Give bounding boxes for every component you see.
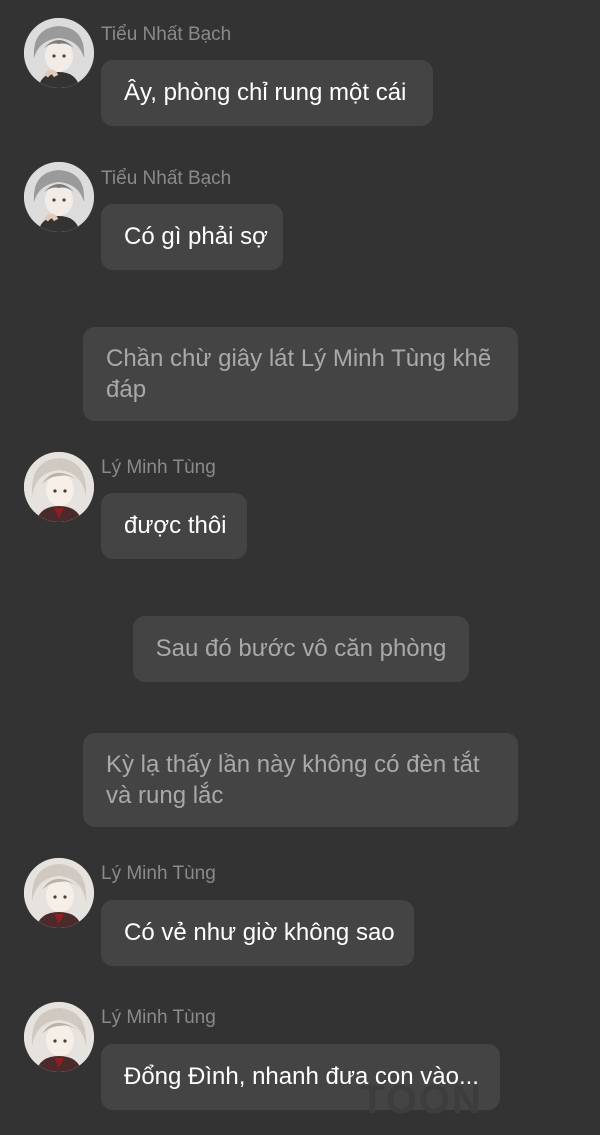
sender-name: Tiểu Nhất Bạch bbox=[101, 168, 232, 189]
avatar-tieu-nhat-bach[interactable] bbox=[24, 18, 94, 88]
watermark-logo: TOON bbox=[360, 1078, 483, 1122]
message-bubble[interactable]: Có gì phải sợ bbox=[101, 204, 283, 270]
narration-box: Chần chừ giây lát Lý Minh Tùng khẽ đáp bbox=[83, 327, 518, 421]
avatar-ly-minh-tung[interactable] bbox=[24, 1002, 94, 1072]
avatar-ly-minh-tung[interactable] bbox=[24, 858, 94, 928]
narration-box: Kỳ lạ thấy lần này không có đèn tắt và r… bbox=[83, 733, 518, 827]
sender-name: Tiểu Nhất Bạch bbox=[101, 24, 232, 45]
message-bubble[interactable]: Có vẻ như giờ không sao bbox=[101, 900, 414, 966]
narration-box: Sau đó bước vô căn phòng bbox=[133, 616, 469, 682]
character-portrait-icon bbox=[24, 162, 94, 232]
character-portrait-icon bbox=[24, 1002, 94, 1072]
sender-name: Lý Minh Tùng bbox=[101, 457, 216, 478]
character-portrait-icon bbox=[24, 858, 94, 928]
character-portrait-icon bbox=[24, 452, 94, 522]
chat-screen: { "messages": [ {"sender": "Tiểu Nhất Bạ… bbox=[0, 0, 600, 1135]
message-bubble[interactable]: Ây, phòng chỉ rung một cái bbox=[101, 60, 433, 126]
message-bubble[interactable]: được thôi bbox=[101, 493, 247, 559]
character-portrait-icon bbox=[24, 18, 94, 88]
avatar-tieu-nhat-bach[interactable] bbox=[24, 162, 94, 232]
sender-name: Lý Minh Tùng bbox=[101, 863, 216, 884]
avatar-ly-minh-tung[interactable] bbox=[24, 452, 94, 522]
sender-name: Lý Minh Tùng bbox=[101, 1007, 216, 1028]
